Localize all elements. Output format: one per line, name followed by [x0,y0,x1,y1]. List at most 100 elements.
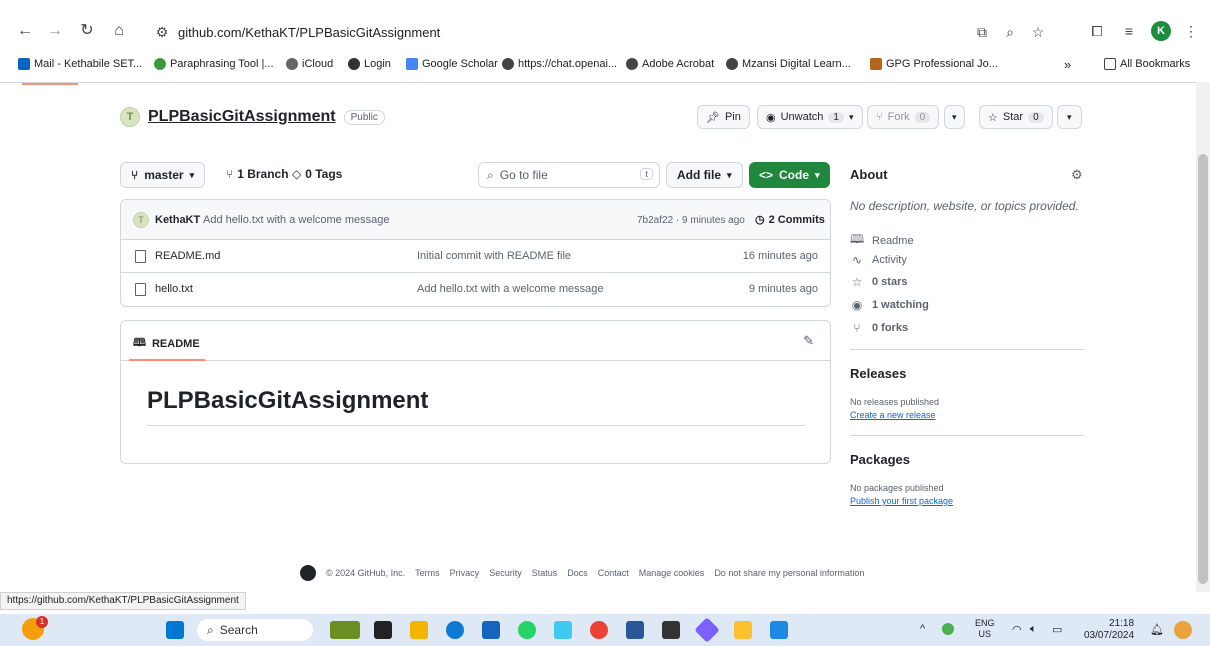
chevron-up-icon[interactable]: ^ [920,623,925,635]
bookmark-icloud[interactable]: iCloud [286,56,333,72]
bell-icon[interactable]: 🔔︎ [1150,623,1164,636]
repo-owner-avatar[interactable]: T [120,107,140,127]
edge-icon[interactable] [446,621,464,639]
file-commit-message[interactable]: Initial commit with README file [417,250,571,262]
file-name[interactable]: README.md [155,250,220,262]
edit-pencil-icon[interactable]: ✎ [803,333,814,349]
commits-link[interactable]: ◷ 2 Commits [755,213,825,227]
zoom-icon[interactable]: ⌕ [1002,24,1018,40]
file-commit-message[interactable]: Add hello.txt with a welcome message [417,283,603,295]
commit-message[interactable]: Add hello.txt with a welcome message [203,214,389,226]
file-explorer-icon[interactable] [410,621,428,639]
reload-icon[interactable]: ↻ [78,22,96,40]
app-icon[interactable] [554,621,572,639]
repo-name-link[interactable]: PLPBasicGitAssignment [148,108,336,126]
profile-avatar[interactable]: K [1151,21,1171,41]
copilot-icon[interactable] [1174,621,1192,639]
whatsapp-icon[interactable] [518,621,536,639]
releases-heading[interactable]: Releases [850,366,906,381]
publish-package-link[interactable]: Publish your first package [850,496,953,506]
install-app-icon[interactable]: ⧉ [974,24,990,40]
footer-link-privacy[interactable]: Privacy [450,568,480,578]
packages-heading[interactable]: Packages [850,452,910,467]
taskbar-search[interactable]: ⌕ Search [197,619,313,641]
word-icon[interactable] [626,621,644,639]
store-icon[interactable] [482,621,500,639]
file-icon [135,283,146,296]
widgets-icon[interactable] [330,621,360,639]
go-to-file-input[interactable]: ⌕ Go to file t [478,162,660,188]
activity-link[interactable]: ∿ Activity [850,253,907,267]
page-scrollbar[interactable] [1196,82,1210,592]
bookmark-mail[interactable]: Mail - Kethabile SET... [18,56,142,72]
table-row[interactable]: README.md Initial commit with README fil… [121,240,830,273]
task-view-icon[interactable] [374,621,392,639]
app-diamond-icon[interactable] [694,617,720,643]
back-arrow-icon[interactable]: ← [16,22,34,40]
commit-author-avatar[interactable]: T [133,212,149,228]
history-icon: ◷ [755,214,765,226]
bookmark-login[interactable]: Login [348,56,391,72]
wifi-icon[interactable]: ◠ [1012,623,1022,636]
bookmark-google-scholar[interactable]: Google Scholar [406,56,498,72]
stars-link[interactable]: ☆ 0 stars [850,275,908,289]
tray-app-icon[interactable] [942,623,954,635]
star-dropdown-button[interactable]: ▾ [1057,105,1082,129]
commit-hash-time[interactable]: 7b2af22 · 9 minutes ago [637,215,745,226]
file-list: T KethaKT Add hello.txt with a welcome m… [120,199,831,307]
photos-icon[interactable] [770,621,788,639]
footer-link-security[interactable]: Security [489,568,522,578]
bookmark-star-icon[interactable]: ☆ [1030,24,1046,40]
branches-link[interactable]: ⑂ 1 Branch [226,167,289,181]
branch-selector[interactable]: ⑂ master ▾ [120,162,206,188]
bookmarks-more-button[interactable]: » [1064,56,1071,72]
forks-link[interactable]: ⑂ 0 forks [850,321,908,335]
footer-link-contact[interactable]: Contact [598,568,629,578]
fork-dropdown-button[interactable]: ▾ [944,105,965,129]
gear-icon[interactable]: ⚙ [1071,167,1083,183]
all-bookmarks-button[interactable]: All Bookmarks [1104,56,1190,72]
windows-start-icon[interactable] [166,621,184,639]
create-release-link[interactable]: Create a new release [850,410,936,420]
address-bar[interactable]: ⚙ github.com/KethaKT/PLPBasicGitAssignme… [140,18,1060,46]
site-info-icon[interactable]: ⚙ [154,24,170,40]
fork-button[interactable]: ⑂ Fork 0 [867,105,940,129]
reading-list-icon[interactable]: ≡ [1120,22,1138,40]
forward-arrow-icon[interactable]: → [46,22,64,40]
unwatch-button[interactable]: ◉ Unwatch 1 ▾ [757,105,863,129]
bookmark-chatgpt[interactable]: https://chat.openai... [502,56,617,72]
code-button[interactable]: <> Code ▾ [749,162,830,188]
footer-link-status[interactable]: Status [532,568,558,578]
footer-link-cookies[interactable]: Manage cookies [639,568,705,578]
readme-tab[interactable]: 🕮 README [133,334,200,353]
bookmark-adobe[interactable]: Adobe Acrobat [626,56,714,72]
notepad-icon[interactable] [734,621,752,639]
system-clock[interactable]: 21:18 03/07/2024 [1084,618,1134,642]
terminal-icon[interactable] [662,621,680,639]
chrome-icon[interactable] [590,621,608,639]
language-indicator[interactable]: ENG US [975,618,995,640]
bookmark-paraphrasing[interactable]: Paraphrasing Tool |... [154,56,274,72]
pin-button[interactable]: 📌︎ Pin [697,105,750,129]
scrollbar-thumb[interactable] [1198,154,1208,584]
footer-link-docs[interactable]: Docs [567,568,588,578]
watching-link[interactable]: ◉ 1 watching [850,298,929,312]
star-button[interactable]: ☆ Star 0 [979,105,1053,129]
footer-link-do-not-share[interactable]: Do not share my personal information [714,568,864,578]
volume-icon[interactable]: 🔈︎ [1030,623,1037,636]
file-name[interactable]: hello.txt [155,283,193,295]
commit-author[interactable]: KethaKT [155,214,200,226]
chevron-down-icon: ▾ [727,169,732,180]
table-row[interactable]: hello.txt Add hello.txt with a welcome m… [121,273,830,306]
home-icon[interactable]: ⌂ [110,22,128,40]
extensions-icon[interactable]: ⧠ [1088,22,1106,40]
tags-link[interactable]: ◇ 0 Tags [292,167,342,181]
bookmark-mzansi[interactable]: Mzansi Digital Learn... [726,56,851,72]
github-logo-icon[interactable] [300,565,316,581]
footer-link-terms[interactable]: Terms [415,568,440,578]
add-file-button[interactable]: Add file ▾ [666,162,743,188]
readme-link[interactable]: 🕮 Readme [850,230,914,251]
battery-icon[interactable]: ▭ [1052,623,1062,636]
menu-kebab-icon[interactable]: ⋮ [1182,22,1200,40]
bookmark-gpg[interactable]: GPG Professional Jo... [870,56,998,72]
